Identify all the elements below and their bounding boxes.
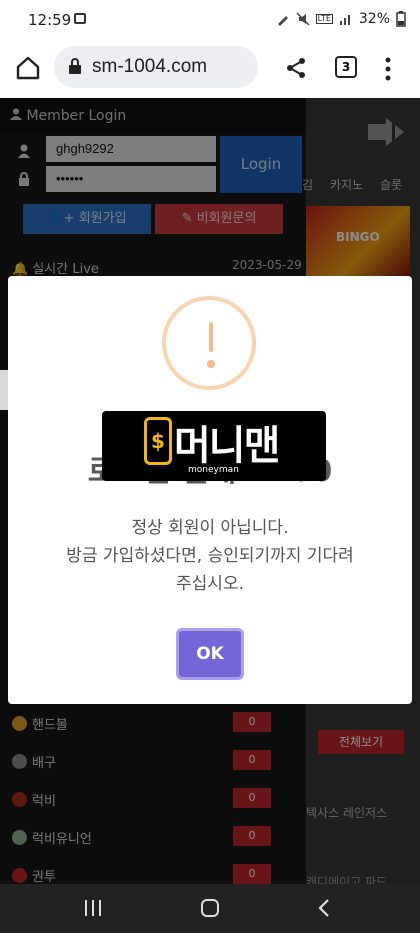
- tab-switcher-button[interactable]: 3: [335, 56, 357, 78]
- dialog-message: 정상 회원이 아닙니다. 방금 가입하셨다면, 승인되기까지 기다려 주십시오.: [8, 514, 412, 598]
- dollar-phone-icon: $: [144, 417, 172, 465]
- more-menu-icon[interactable]: [384, 56, 392, 82]
- watermark-sub: moneyman: [188, 465, 239, 475]
- back-icon[interactable]: [318, 898, 330, 918]
- share-icon[interactable]: [284, 56, 308, 80]
- status-right-group: LTE 32%: [276, 11, 406, 27]
- dialog-message-line: 정상 회원이 아닙니다.: [131, 518, 289, 538]
- system-nav-bar: [0, 884, 420, 933]
- watermark-logo: $ 머니맨 moneyman: [102, 411, 326, 481]
- warning-icon-bar: [209, 322, 213, 352]
- status-bar: 12:59 LTE 32%: [0, 0, 420, 40]
- ok-button[interactable]: OK: [176, 628, 244, 680]
- url-text: sm-1004.com: [92, 56, 208, 77]
- gallery-notification-icon: [74, 13, 86, 24]
- home-button-icon[interactable]: [201, 899, 219, 917]
- address-bar[interactable]: sm-1004.com: [54, 46, 258, 88]
- lte-badge: LTE: [315, 14, 333, 24]
- signal-icon: [339, 15, 350, 25]
- warning-icon: [162, 296, 256, 390]
- battery-percent: 32%: [358, 11, 390, 27]
- recents-icon[interactable]: [84, 900, 102, 916]
- dialog-message-line: 주십시오.: [176, 574, 244, 594]
- alert-dialog: 로그인 실패 - 100 정상 회원이 아닙니다. 방금 가입하셨다면, 승인되…: [8, 276, 412, 704]
- home-icon[interactable]: [14, 54, 42, 82]
- browser-toolbar: sm-1004.com 3: [0, 40, 420, 98]
- mute-icon: [296, 12, 310, 26]
- lock-icon: [69, 58, 81, 74]
- battery-icon: [396, 11, 406, 27]
- dialog-message-line: 방금 가입하셨다면, 승인되기까지 기다려: [66, 546, 354, 566]
- pen-icon: [277, 16, 288, 26]
- status-time: 12:59: [28, 11, 72, 29]
- watermark-brand: 머니맨: [174, 423, 280, 469]
- warning-icon-dot: [207, 360, 215, 368]
